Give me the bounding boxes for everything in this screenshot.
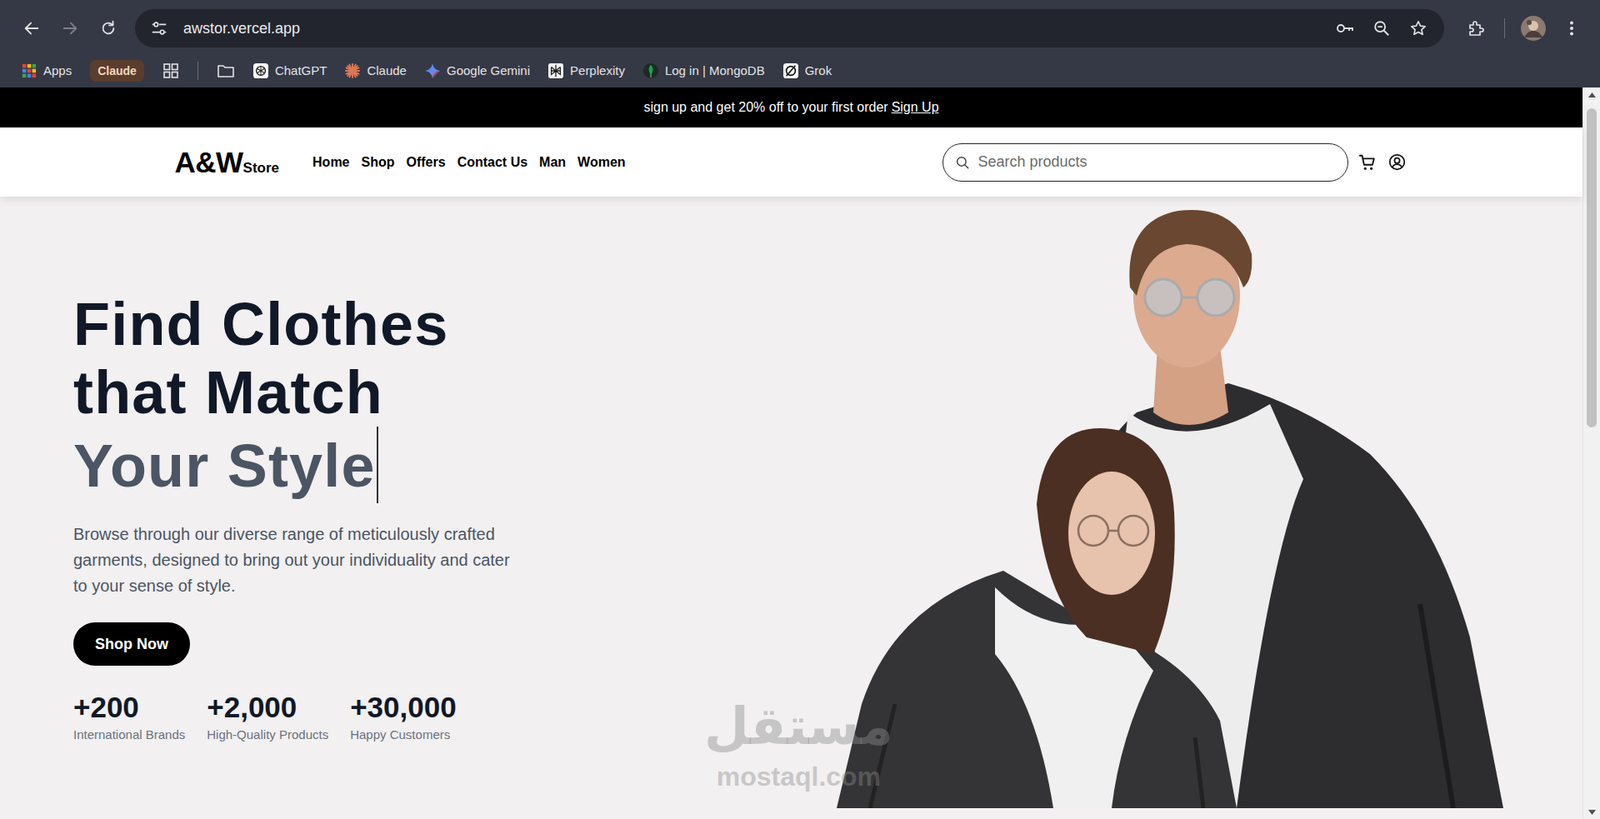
cart-icon[interactable] [1358,153,1377,172]
bookmark-item[interactable]: Apps [21,63,72,79]
claude-icon[interactable] [345,63,360,79]
hero-photo [836,204,1510,809]
back-arrow-icon[interactable] [22,19,41,38]
toolbar-separator [1504,18,1505,39]
user-icon[interactable] [1388,153,1406,171]
star-icon[interactable] [1409,19,1428,38]
nav-link[interactable]: Offers [406,155,446,170]
site-info[interactable] [146,15,172,41]
tab-groups-icon[interactable] [162,62,180,80]
stats-row: +200International Brands +2,000High-Quali… [73,690,837,742]
mongodb-icon[interactable] [643,63,659,79]
bookmark-item[interactable]: Google Gemini [425,63,530,79]
menu-button[interactable] [1555,11,1589,45]
watermark: مستقلmostaql.com [704,691,894,792]
url-text: awstor.vercel.app [183,20,1321,38]
bookmark-chip[interactable]: Claude [90,60,145,82]
store-logo[interactable]: A&WStore [175,145,280,180]
hero-section: Find Clothesthat MatchYour Style Browse t… [0,196,1583,819]
bookmark-star[interactable] [1405,15,1431,41]
address-bar[interactable]: awstor.vercel.app [135,9,1445,48]
nav-link[interactable]: Women [577,155,625,170]
bookmark-item[interactable]: Grok [783,63,833,79]
chatgpt-icon[interactable] [253,63,269,79]
apps-icon[interactable] [21,63,37,79]
stat-item: +200International Brands [73,690,185,742]
shop-now-button[interactable]: Shop Now [73,622,190,666]
search-box [942,143,1349,182]
bookmarks-bar: Apps Claude ChatGPT Claude Google Gemini Perp… [0,56,1600,88]
nav-link[interactable]: Contact Us [457,155,528,170]
kebab-menu-icon[interactable] [1563,20,1580,37]
typing-caret [376,426,379,504]
stat-item: +2,000High-Quality Products [206,690,329,742]
announcement-bar: sign up and get 20% off to your first or… [0,87,1583,128]
web-page: sign up and get 20% off to your first or… [0,87,1583,819]
forward-arrow-icon[interactable] [60,19,80,38]
account-button[interactable] [1386,151,1409,174]
key-icon[interactable] [1335,18,1355,39]
site-settings-icon[interactable] [150,19,169,38]
forward-button[interactable] [53,11,87,45]
hero-heading: Find Clothesthat MatchYour Style [73,290,837,504]
cart-button[interactable] [1356,151,1379,174]
bookmark-item[interactable]: ChatGPT [253,63,328,79]
back-button[interactable] [15,11,49,45]
browser-toolbar: awstor.vercel.app [0,0,1600,57]
main-nav: Home Shop Offers Contact Us Man Women [312,155,626,170]
nav-link[interactable]: Man [539,155,566,170]
reload-button[interactable] [91,11,125,45]
nav-link[interactable]: Shop [361,155,395,170]
reload-icon[interactable] [99,19,118,38]
profile-avatar-icon[interactable] [1520,15,1546,41]
signup-link[interactable]: Sign Up [891,100,940,115]
passwords[interactable] [1332,15,1358,41]
folder-icon[interactable] [216,62,235,80]
scroll-down-icon[interactable] [1588,810,1596,815]
scroll-thumb[interactable] [1586,108,1597,428]
bookmark-item[interactable]: Claude [345,63,407,79]
grok-icon[interactable] [783,63,799,79]
search-input[interactable] [978,153,1336,171]
bookmark-item[interactable]: Log in | MongoDB [643,63,765,79]
viewport: sign up and get 20% off to your first or… [0,87,1600,819]
site-header: A&WStore Home Shop Offers Contact Us Man Women [0,127,1583,197]
hero-description: Browse through our diverse range of meti… [73,521,524,600]
zoom[interactable] [1369,15,1395,41]
extensions-button[interactable] [1459,11,1493,45]
stat-item: +30,000Happy Customers [350,690,457,742]
perplexity-icon[interactable] [548,63,564,79]
search-icon [955,155,970,170]
nav-link[interactable]: Home [312,155,350,170]
scroll-up-icon[interactable] [1588,92,1596,98]
page-scrollbar[interactable] [1582,87,1600,819]
bookmark-item[interactable]: Perplexity [548,63,625,79]
puzzle-icon[interactable] [1465,18,1486,39]
zoom-icon[interactable] [1372,19,1391,38]
bookmarks-separator [197,61,199,80]
gemini-icon[interactable] [425,63,440,79]
profile-button[interactable] [1516,11,1550,45]
